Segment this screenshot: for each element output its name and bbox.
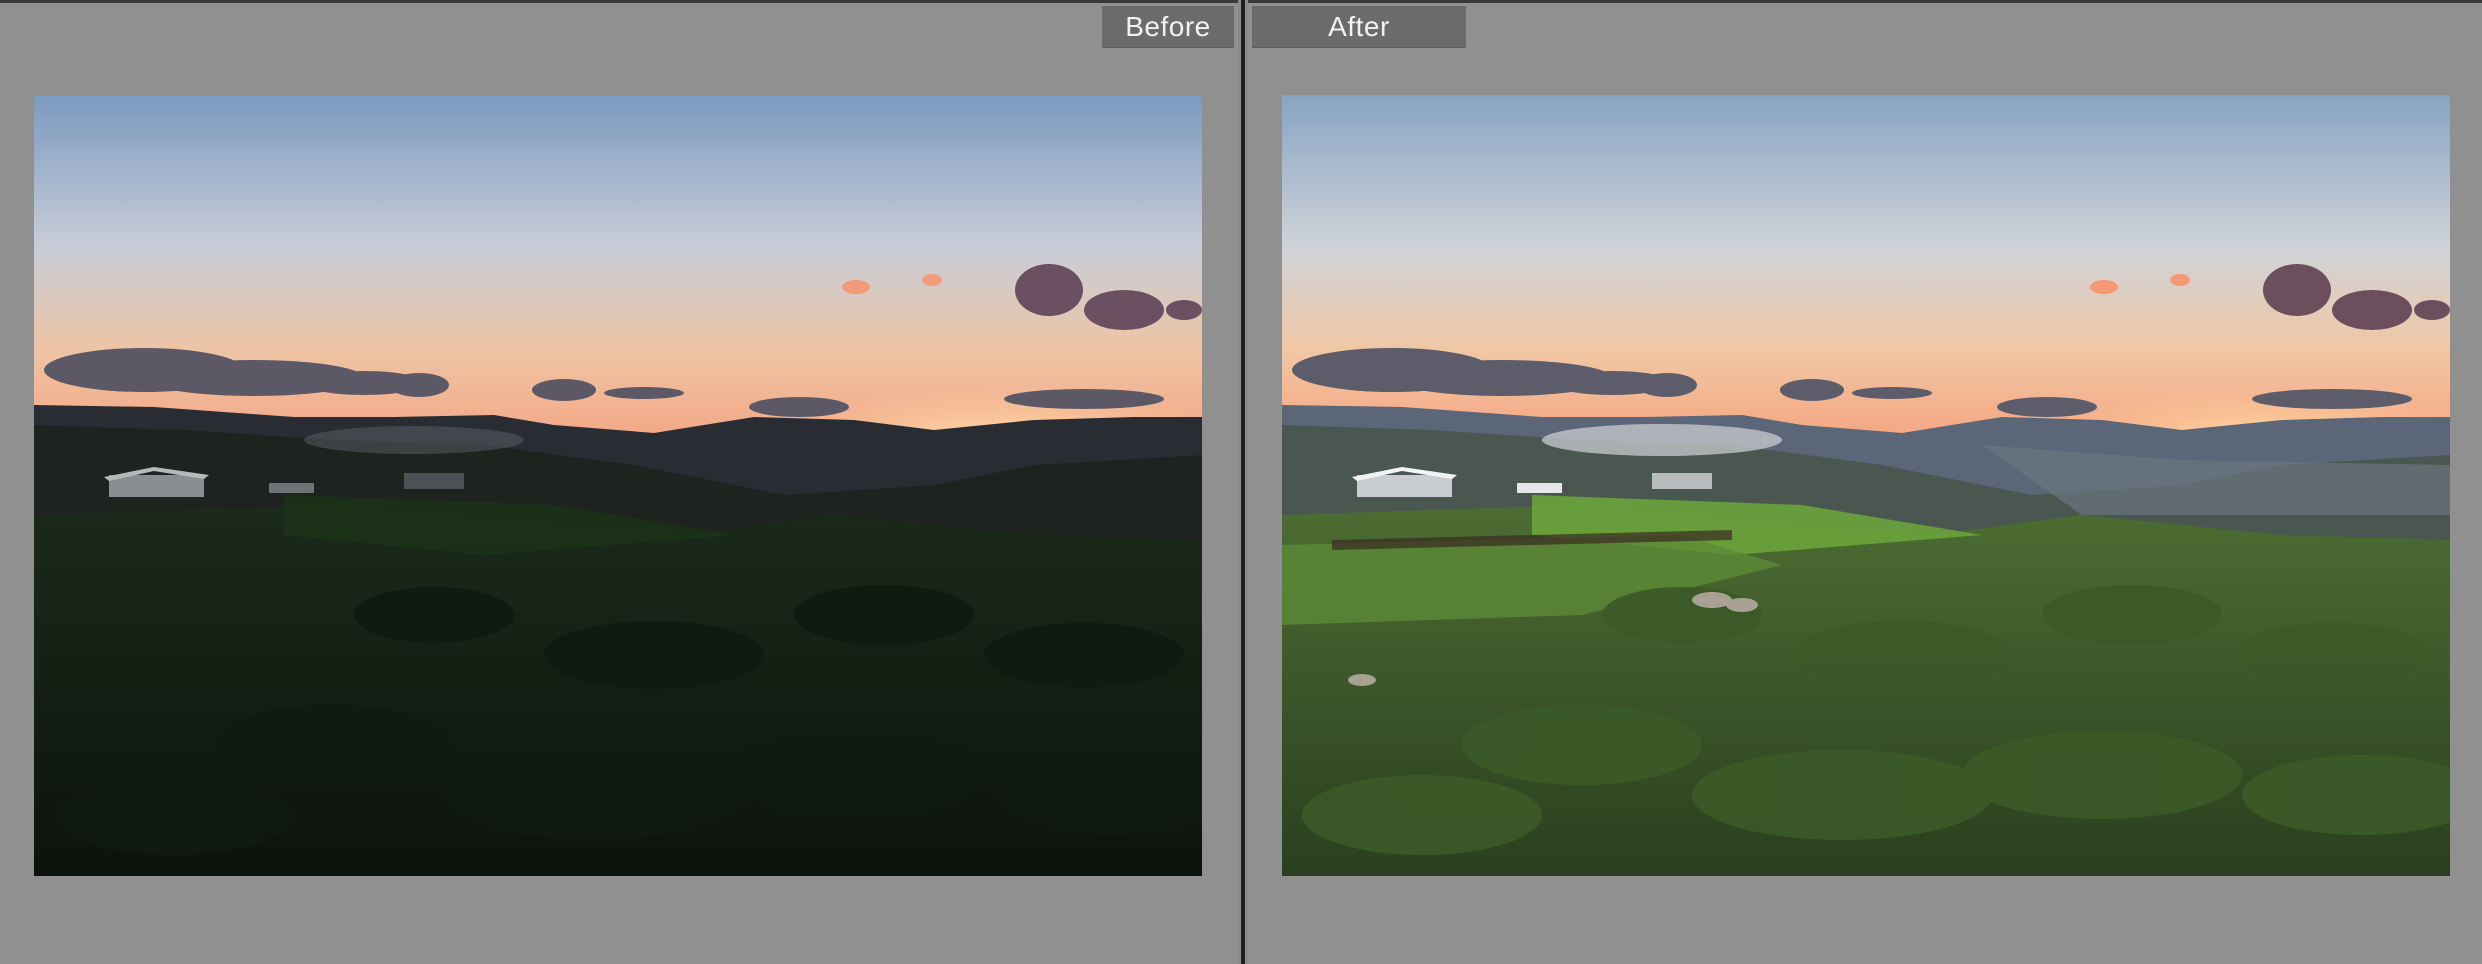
before-after-compare-view: Before After <box>0 0 2482 964</box>
before-photo[interactable] <box>34 95 1202 876</box>
after-photo-image <box>1282 95 2450 876</box>
before-photo-image <box>34 95 1202 876</box>
after-photo[interactable] <box>1282 95 2450 876</box>
before-label: Before <box>1102 6 1234 48</box>
divider-line <box>1241 0 1245 964</box>
compare-divider[interactable] <box>1238 0 1248 964</box>
after-label: After <box>1252 6 1466 48</box>
after-pane[interactable]: After <box>1248 3 2482 964</box>
before-pane[interactable]: Before <box>0 3 1238 964</box>
